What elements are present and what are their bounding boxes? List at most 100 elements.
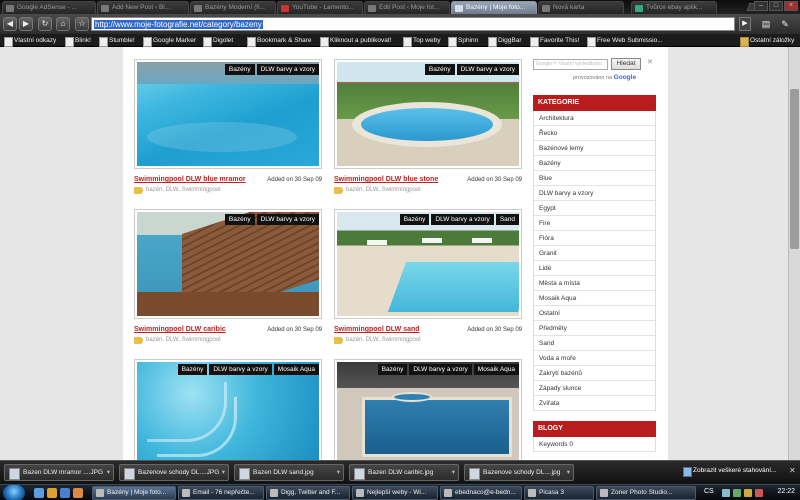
tag-label[interactable]: Bazény (177, 364, 208, 375)
blogy-link[interactable]: Keywords 0 (534, 437, 655, 452)
quick-launch-icon[interactable] (60, 488, 70, 498)
category-link[interactable]: Blue (534, 171, 655, 186)
category-link[interactable]: Západy slunce (534, 381, 655, 396)
start-button[interactable] (3, 485, 25, 500)
download-item[interactable]: Bazen DLW sand.jpg (234, 464, 344, 481)
tag-label[interactable]: DLW barvy a vzory (209, 364, 272, 375)
volume-icon[interactable] (744, 489, 752, 497)
post-categories[interactable]: bazén, DLW, Swimmingpool (334, 337, 421, 344)
bookmark-item[interactable]: Blink! (65, 36, 91, 47)
tab-bazeny-active[interactable]: Bazény | Moje foto... (451, 1, 537, 14)
tab-new-tab[interactable]: Nová karta (538, 1, 624, 14)
taskbar-button[interactable]: Nejlepší weby - Wi... (352, 486, 438, 500)
wrench-icon[interactable]: ✎ (778, 17, 792, 31)
tag-label[interactable]: Bazény (377, 364, 408, 375)
post-thumbnail[interactable]: Bazény DLW barvy a vzory Mosaik Aqua (134, 359, 322, 460)
network-icon[interactable] (733, 489, 741, 497)
tab-ebay[interactable]: Tvůrce ebay aplik... (631, 1, 717, 14)
reload-button[interactable]: ↻ (38, 17, 52, 31)
bookmark-item[interactable]: Stumble! (99, 36, 135, 47)
address-bar[interactable]: http://www.moje-fotografie.net/category/… (91, 17, 735, 31)
search-button[interactable]: Hledat (611, 58, 641, 70)
home-button[interactable]: ⌂ (56, 17, 70, 31)
tag-label[interactable]: Mosaik Aqua (273, 364, 319, 375)
tab-edit-post[interactable]: Edit Post ‹ Moje fot... (364, 1, 450, 14)
post-thumbnail[interactable]: Bazény DLW barvy a vzory (334, 59, 522, 169)
download-item[interactable]: Bazenove schody DL....jpg (464, 464, 574, 481)
bookmark-item[interactable]: Favorite This! (530, 36, 579, 47)
tab-add-new-post[interactable]: Add New Post ‹ Bl... (97, 1, 189, 14)
post-title-link[interactable]: Swimmingpool DLW caribic (134, 326, 226, 333)
close-icon[interactable]: ✕ (789, 466, 796, 475)
forward-button[interactable]: ▶ (19, 17, 33, 31)
taskbar-button[interactable]: Bazény | Moje foto... (92, 486, 176, 500)
tag-label[interactable]: Sand (495, 214, 519, 225)
category-link[interactable]: Voda a moře (534, 351, 655, 366)
category-link[interactable]: Bazény (534, 156, 655, 171)
bookmark-item[interactable]: Digolet (203, 36, 233, 47)
category-link[interactable]: Bazénové lemy (534, 141, 655, 156)
post-title-link[interactable]: Swimmingpool DLW blue mramor (134, 176, 246, 183)
category-link[interactable]: Fire (534, 216, 655, 231)
tray-icon[interactable] (755, 489, 763, 497)
category-link[interactable]: Lidé (534, 261, 655, 276)
bookmark-item[interactable]: Free Web Submissio... (587, 36, 663, 47)
bookmark-item[interactable]: Vlastní odkazy (4, 36, 56, 47)
post-thumbnail[interactable]: Bazény DLW barvy a vzory Sand (334, 209, 522, 319)
tag-label[interactable]: DLW barvy a vzory (256, 64, 319, 75)
category-link[interactable]: Zvířata (534, 396, 655, 411)
post-title-link[interactable]: Swimmingpool DLW blue stone (334, 176, 438, 183)
close-button[interactable]: × (784, 1, 798, 11)
go-button[interactable]: ▶ (739, 17, 751, 31)
category-link[interactable]: Města a místa (534, 276, 655, 291)
bookmark-item[interactable]: Google Marker (143, 36, 196, 47)
bookmark-item[interactable]: DiggBar (488, 36, 521, 47)
taskbar-button[interactable]: Picasa 3 (524, 486, 594, 500)
quick-launch-icon[interactable] (47, 488, 57, 498)
tab-bazeny-moderni[interactable]: Bazény Moderní (fi... (190, 1, 276, 14)
page-scrollbar[interactable] (788, 47, 800, 460)
tag-label[interactable]: Bazény (399, 214, 430, 225)
taskbar-button[interactable]: Zoner Photo Studio... (596, 486, 696, 500)
post-title-link[interactable]: Swimmingpool DLW sand (334, 326, 420, 333)
tab-youtube[interactable]: YouTube - Lamento... (277, 1, 363, 14)
download-item[interactable]: Bazen DLW mramor ....JPG (4, 464, 114, 481)
post-thumbnail[interactable]: Bazény DLW barvy a vzory Mosaik Aqua (334, 359, 522, 460)
tag-label[interactable]: Mosaik Aqua (473, 364, 519, 375)
bookmark-item[interactable]: Bookmark & Share (247, 36, 312, 47)
category-link[interactable]: Ostatní (534, 306, 655, 321)
tab-google-adsense[interactable]: Google AdSense - ... (2, 1, 96, 14)
show-desktop-icon[interactable] (34, 488, 44, 498)
category-link[interactable]: Zakrytí bazénů (534, 366, 655, 381)
category-link[interactable]: DLW barvy a vzory (534, 186, 655, 201)
minimize-button[interactable]: – (754, 1, 768, 11)
category-link[interactable]: Sand (534, 336, 655, 351)
category-link[interactable]: Předměty (534, 321, 655, 336)
scrollbar-thumb[interactable] (790, 89, 799, 249)
page-menu-icon[interactable]: ▤ (759, 17, 773, 31)
bookmark-item[interactable]: Kliknout a publikovat! (320, 36, 391, 47)
tag-label[interactable]: Bazény (424, 64, 455, 75)
post-thumbnail[interactable]: Bazény DLW barvy a vzory (134, 209, 322, 319)
tag-label[interactable]: DLW barvy a vzory (456, 64, 519, 75)
post-categories[interactable]: bazén, DLW, Swimmingpool (334, 187, 421, 194)
category-link[interactable]: Flóra (534, 231, 655, 246)
google-search-input[interactable]: Google™ Vlastní vyhledávání (533, 59, 608, 70)
post-categories[interactable]: bazén, DLW, Swimmingpool (134, 337, 221, 344)
download-item[interactable]: Bazenove schody DL....JPG (119, 464, 229, 481)
tag-label[interactable]: Bazény (224, 64, 255, 75)
clock[interactable]: 22:22 (777, 488, 795, 495)
tag-label[interactable]: DLW barvy a vzory (256, 214, 319, 225)
tag-label[interactable]: DLW barvy a vzory (431, 214, 494, 225)
download-item[interactable]: Bazen DLW caribic.jpg (349, 464, 459, 481)
taskbar-button[interactable]: Digg, Twitter and F... (266, 486, 350, 500)
category-link[interactable]: Granit (534, 246, 655, 261)
language-indicator[interactable]: CS (704, 488, 714, 495)
maximize-button[interactable]: □ (769, 1, 783, 11)
taskbar-button[interactable]: ebednaco@e-bedn... (440, 486, 522, 500)
category-link[interactable]: Řecko (534, 126, 655, 141)
bookmark-item[interactable]: Top weby (403, 36, 440, 47)
post-thumbnail[interactable]: Bazény DLW barvy a vzory (134, 59, 322, 169)
bookmark-item[interactable]: Sphinn (448, 36, 478, 47)
clear-icon[interactable]: ✕ (647, 58, 653, 66)
